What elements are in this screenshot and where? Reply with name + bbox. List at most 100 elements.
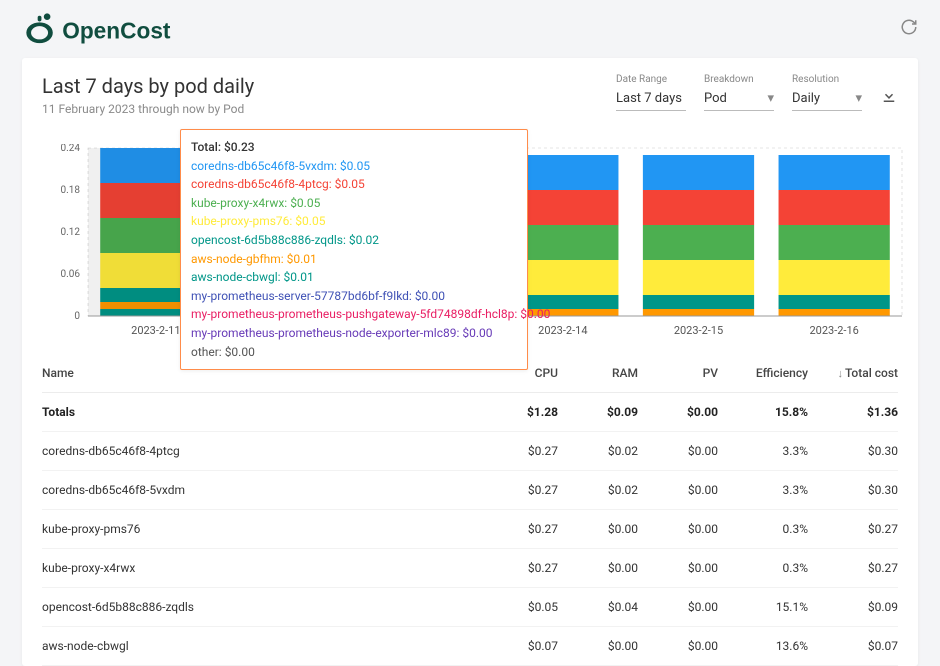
tooltip-line: other: $0.00 [191,343,517,362]
cell-total: $0.27 [808,561,898,575]
tooltip-line: my-prometheus-server-57787bd6bf-f9lkd: $… [191,287,517,306]
tooltip-line: opencost-6d5b88c886-zqdls: $0.02 [191,231,517,250]
cell-pv: $0.00 [638,444,718,458]
cell-name: coredns-db65c46f8-5vxdm [42,483,478,497]
sort-arrow-icon: ↓ [837,367,843,380]
cell-ram: $0.04 [558,600,638,614]
chart-tooltip: Total: $0.23 coredns-db65c46f8-5vxdm: $0… [180,129,528,370]
main-card: Last 7 days by pod daily 11 February 202… [22,58,918,666]
resolution-label: Resolution [792,74,862,85]
cost-table: Name CPU RAM PV Efficiency ↓Total cost T… [22,354,918,666]
cell-ram: $0.09 [558,405,638,419]
cell-total: $0.30 [808,483,898,497]
resolution-value: Daily [792,91,820,106]
chevron-down-icon: ▾ [767,91,774,106]
tooltip-line: aws-node-gbfhm: $0.01 [191,250,517,269]
totals-row: Totals $1.28 $0.09 $0.00 15.8% $1.36 [42,393,898,432]
cell-cpu: $0.27 [478,522,558,536]
cell-pv: $0.00 [638,522,718,536]
table-row[interactable]: kube-proxy-x4rwx$0.27$0.00$0.000.3%$0.27 [42,549,898,588]
tooltip-line: my-prometheus-prometheus-node-exporter-m… [191,324,517,343]
cell-cpu: $0.27 [478,444,558,458]
cell-total: $0.07 [808,639,898,653]
cell-eff: 13.6% [718,639,808,653]
cell-name: opencost-6d5b88c886-zqdls [42,600,478,614]
chevron-down-icon: ▾ [855,91,862,106]
cell-eff: 15.1% [718,600,808,614]
refresh-icon[interactable] [900,18,918,40]
app-header: OpenCost [0,0,940,58]
th-pv[interactable]: PV [638,366,718,380]
cell-ram: $0.02 [558,444,638,458]
cell-cpu: $0.27 [478,561,558,575]
table-row[interactable]: kube-proxy-pms76$0.27$0.00$0.000.3%$0.27 [42,510,898,549]
cell-eff: 0.3% [718,522,808,536]
svg-text:2023-2-15: 2023-2-15 [674,324,723,337]
controls-bar: Date Range Last 7 days Breakdown Pod ▾ Re… [616,74,898,111]
tooltip-line: coredns-db65c46f8-4ptcg: $0.05 [191,175,517,194]
cell-cpu: $0.07 [478,639,558,653]
tooltip-line: coredns-db65c46f8-5vxdm: $0.05 [191,157,517,176]
cell-eff: 3.3% [718,483,808,497]
cell-pv: $0.00 [638,561,718,575]
svg-text:2023-2-16: 2023-2-16 [809,324,858,337]
cell-name: kube-proxy-x4rwx [42,561,478,575]
cell-pv: $0.00 [638,483,718,497]
svg-text:0.24: 0.24 [61,144,81,154]
cell-pv: $0.00 [638,600,718,614]
breakdown-label: Breakdown [704,74,774,85]
svg-text:OpenCost: OpenCost [62,17,171,43]
table-row[interactable]: coredns-db65c46f8-4ptcg$0.27$0.02$0.003.… [42,432,898,471]
tooltip-line: kube-proxy-x4rwx: $0.05 [191,194,517,213]
table-body: coredns-db65c46f8-4ptcg$0.27$0.02$0.003.… [42,432,898,666]
cell-pv: $0.00 [638,405,718,419]
cell-ram: $0.00 [558,522,638,536]
table-row[interactable]: opencost-6d5b88c886-zqdls$0.05$0.04$0.00… [42,588,898,627]
download-icon[interactable] [880,87,898,109]
th-ram[interactable]: RAM [558,366,638,380]
resolution-select[interactable]: Resolution Daily ▾ [792,74,862,111]
svg-text:2023-2-14: 2023-2-14 [538,324,587,337]
date-range-select[interactable]: Date Range Last 7 days [616,74,686,111]
tooltip-line: kube-proxy-pms76: $0.05 [191,212,517,231]
date-range-value: Last 7 days [616,91,682,106]
date-range-label: Date Range [616,74,686,85]
page-title: Last 7 days by pod daily [42,74,254,98]
cell-total: $0.30 [808,444,898,458]
cell-name: aws-node-cbwgl [42,639,478,653]
logo-icon: OpenCost [22,12,212,46]
th-total[interactable]: ↓Total cost [808,366,898,380]
cell-eff: 15.8% [718,405,808,419]
table-row[interactable]: coredns-db65c46f8-5vxdm$0.27$0.02$0.003.… [42,471,898,510]
svg-text:2023-2-11: 2023-2-11 [131,324,180,337]
cell-cpu: $0.05 [478,600,558,614]
cell-name: Totals [42,405,478,419]
tooltip-total: Total: $0.23 [191,138,517,157]
cell-total: $0.09 [808,600,898,614]
cell-eff: 3.3% [718,444,808,458]
cell-total: $1.36 [808,405,898,419]
cell-ram: $0.02 [558,483,638,497]
cell-ram: $0.00 [558,639,638,653]
breakdown-select[interactable]: Breakdown Pod ▾ [704,74,774,111]
tooltip-line: my-prometheus-prometheus-pushgateway-5fd… [191,305,517,324]
cell-cpu: $0.27 [478,483,558,497]
cell-cpu: $1.28 [478,405,558,419]
page-subtitle: 11 February 2023 through now by Pod [42,102,254,116]
cell-name: kube-proxy-pms76 [42,522,478,536]
th-efficiency[interactable]: Efficiency [718,366,808,380]
cell-ram: $0.00 [558,561,638,575]
chart: 00.060.120.180.242023-2-112023-2-122023-… [22,124,918,354]
tooltip-line: aws-node-cbwgl: $0.01 [191,268,517,287]
breakdown-value: Pod [704,91,727,106]
svg-text:0.06: 0.06 [61,269,81,280]
svg-text:0.12: 0.12 [61,227,81,238]
cell-name: coredns-db65c46f8-4ptcg [42,444,478,458]
cell-pv: $0.00 [638,639,718,653]
cell-total: $0.27 [808,522,898,536]
card-header: Last 7 days by pod daily 11 February 202… [22,58,918,124]
cell-eff: 0.3% [718,561,808,575]
brand-logo[interactable]: OpenCost [22,12,212,46]
svg-text:0.18: 0.18 [61,185,81,196]
table-row[interactable]: aws-node-cbwgl$0.07$0.00$0.0013.6%$0.07 [42,627,898,666]
